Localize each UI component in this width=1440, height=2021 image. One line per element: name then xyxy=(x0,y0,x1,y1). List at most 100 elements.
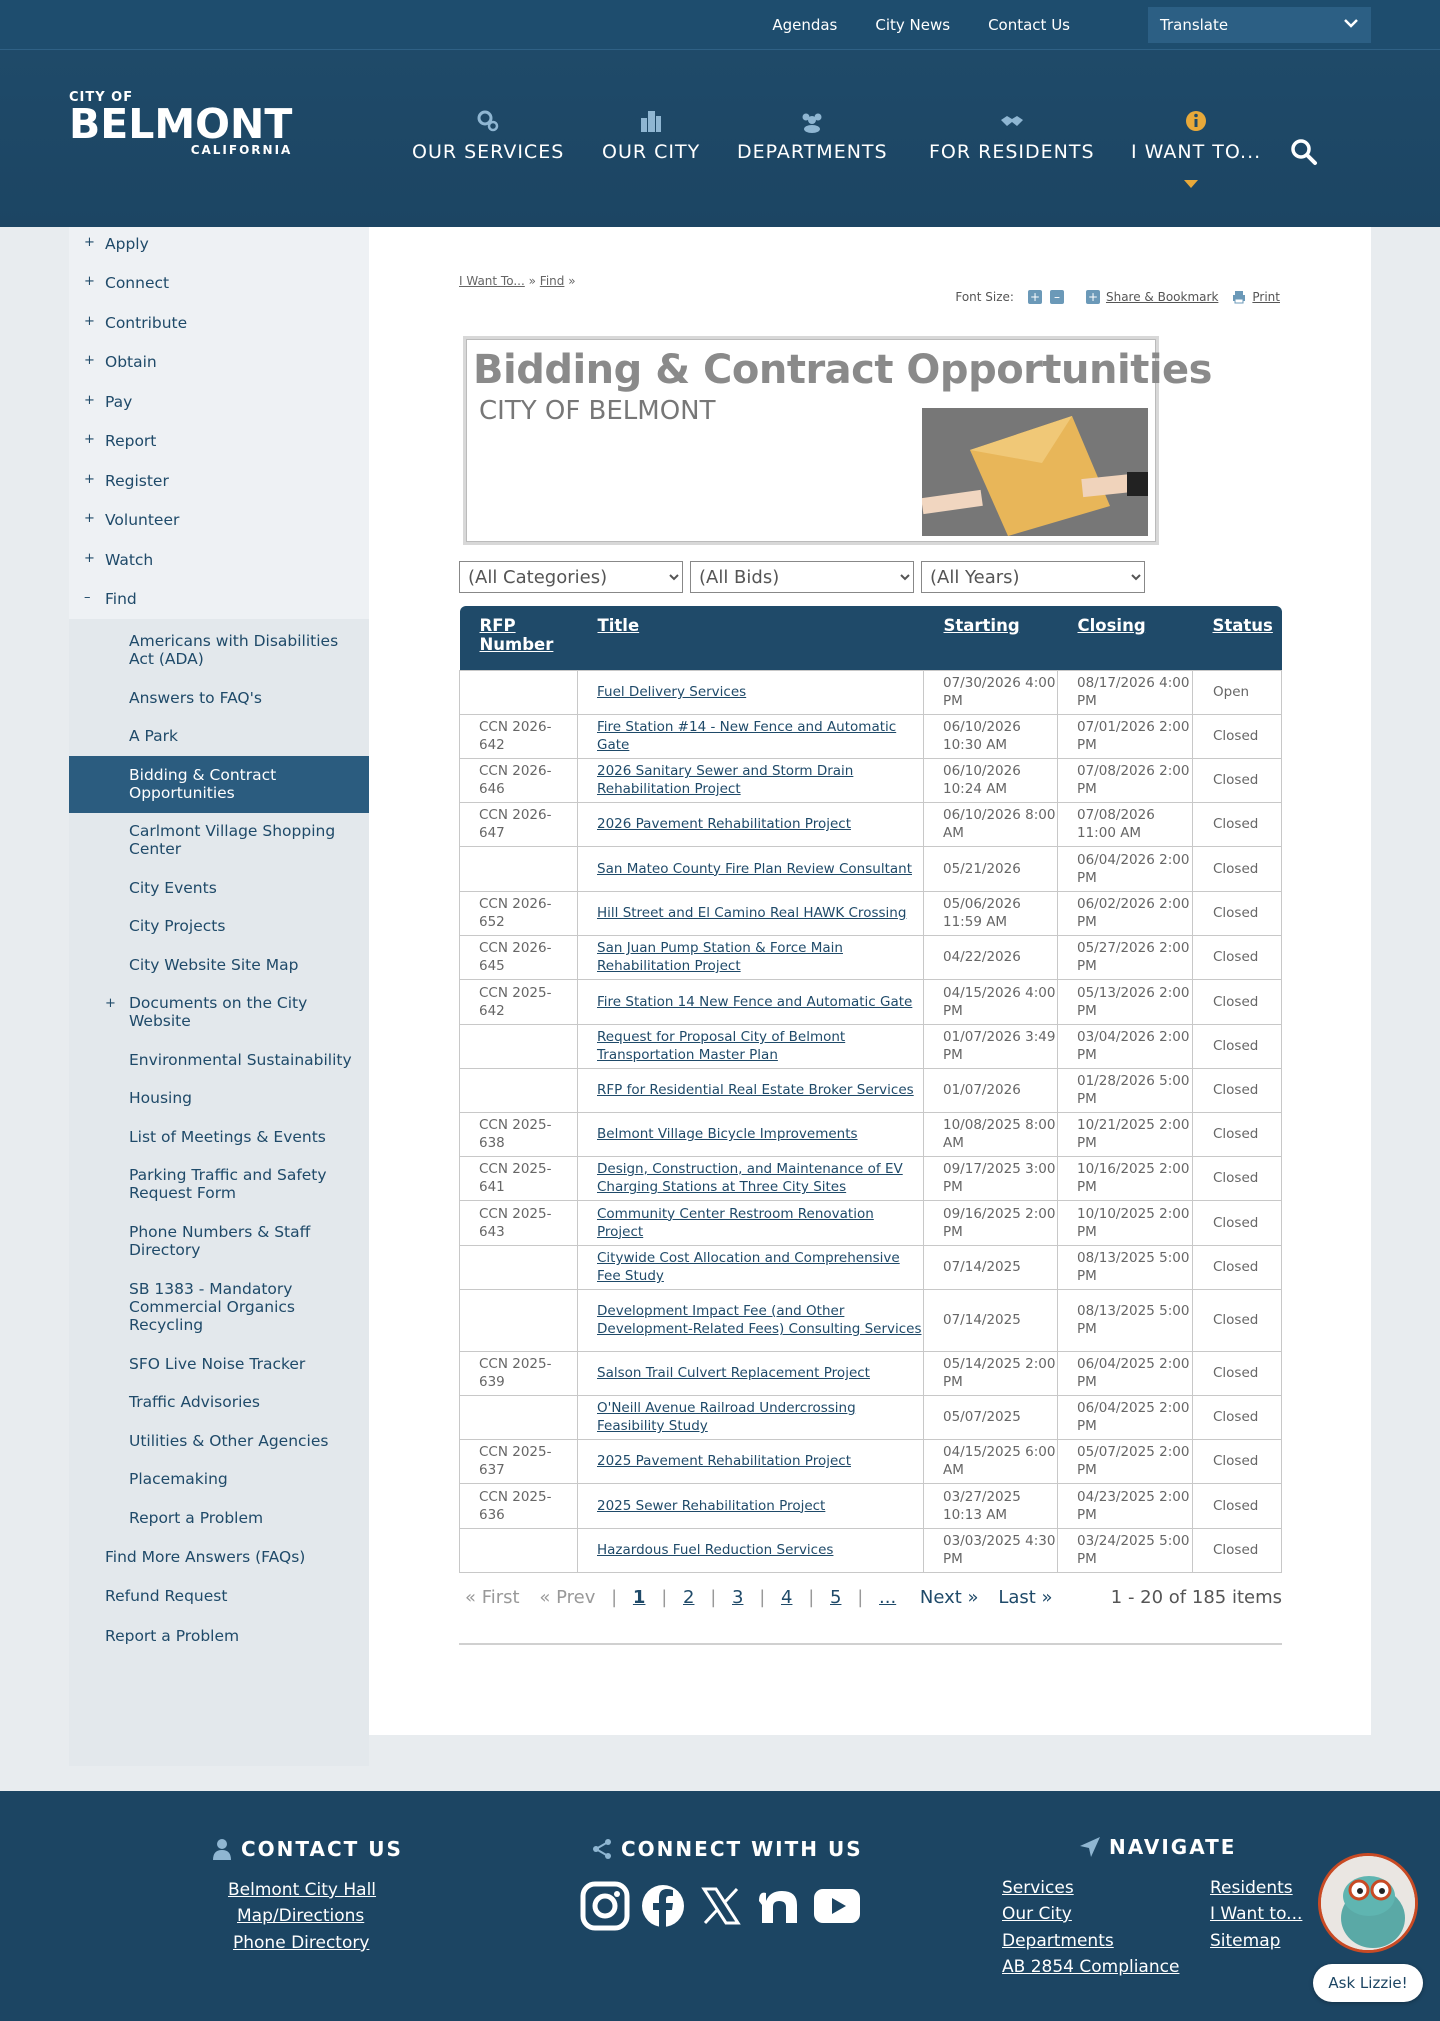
sidebar-item-placemaking[interactable]: Placemaking xyxy=(129,1470,359,1488)
pager-page-1[interactable]: 1 xyxy=(633,1587,646,1608)
print-link[interactable]: Print xyxy=(1252,290,1280,304)
breadcrumb-i-want-to[interactable]: I Want To... xyxy=(459,274,525,288)
sidebar-item-ada[interactable]: Americans with Disabilities Act (ADA) xyxy=(129,632,359,668)
footer-our-city-link[interactable]: Our City xyxy=(1002,1904,1072,1924)
sort-status-link[interactable]: Status xyxy=(1213,616,1273,635)
sidebar-item-report-problem-2[interactable]: Report a Problem xyxy=(105,1627,365,1645)
footer-residents-link[interactable]: Residents xyxy=(1210,1878,1293,1898)
bid-title-link[interactable]: 2025 Sewer Rehabilitation Project xyxy=(597,1498,825,1514)
lizzie-chatbot-avatar[interactable] xyxy=(1318,1853,1418,1953)
bid-title-link[interactable]: Design, Construction, and Maintenance of… xyxy=(597,1161,903,1195)
sidebar-item-sfo-noise[interactable]: SFO Live Noise Tracker xyxy=(129,1355,359,1373)
bid-title-link[interactable]: RFP for Residential Real Estate Broker S… xyxy=(597,1082,914,1098)
sort-closing-link[interactable]: Closing xyxy=(1078,616,1146,635)
sidebar-item-parking[interactable]: Parking Traffic and Safety Request Form xyxy=(129,1166,359,1202)
footer-phone-directory-link[interactable]: Phone Directory xyxy=(233,1933,369,1953)
pager-ellipsis[interactable]: ... xyxy=(879,1587,896,1608)
sort-rfp-link[interactable]: RFP Number xyxy=(480,616,554,654)
breadcrumb-find[interactable]: Find xyxy=(540,274,565,288)
sidebar-item-site-map[interactable]: City Website Site Map xyxy=(129,956,359,974)
bid-title-link[interactable]: Citywide Cost Allocation and Comprehensi… xyxy=(597,1250,900,1284)
bid-title-link[interactable]: 2026 Sanitary Sewer and Storm Drain Reha… xyxy=(597,763,853,797)
sidebar-item-a-park[interactable]: A Park xyxy=(129,727,359,745)
pager-page-2[interactable]: 2 xyxy=(683,1587,694,1608)
sidebar-item-faqs[interactable]: Answers to FAQ's xyxy=(129,689,359,707)
pager-last[interactable]: Last » xyxy=(998,1587,1052,1608)
sidebar-item-meetings[interactable]: List of Meetings & Events xyxy=(129,1128,359,1146)
bid-title-link[interactable]: O'Neill Avenue Railroad Undercrossing Fe… xyxy=(597,1400,856,1434)
contact-us-link[interactable]: Contact Us xyxy=(988,16,1070,34)
nav-i-want-to[interactable]: I WANT TO... xyxy=(1131,108,1261,163)
footer-sitemap-link[interactable]: Sitemap xyxy=(1210,1931,1280,1951)
bid-title-link[interactable]: Hazardous Fuel Reduction Services xyxy=(597,1542,833,1558)
sidebar-item-refund[interactable]: Refund Request xyxy=(105,1587,365,1605)
col-closing[interactable]: Closing xyxy=(1057,606,1193,670)
footer-i-want-to-link[interactable]: I Want to... xyxy=(1210,1904,1302,1924)
footer-ab2854-link[interactable]: AB 2854 Compliance xyxy=(1002,1957,1179,1977)
pager-page-3[interactable]: 3 xyxy=(732,1587,743,1608)
ask-lizzie-button[interactable]: Ask Lizzie! xyxy=(1313,1964,1423,2002)
sidebar-item-more-faqs[interactable]: Find More Answers (FAQs) xyxy=(105,1548,365,1566)
col-title[interactable]: Title xyxy=(577,606,924,670)
bid-title-link[interactable]: San Mateo County Fire Plan Review Consul… xyxy=(597,861,912,877)
nextdoor-icon[interactable] xyxy=(754,1881,804,1931)
bid-title-link[interactable]: Fire Station #14 - New Fence and Automat… xyxy=(597,719,896,753)
category-select[interactable]: (All Categories) xyxy=(459,561,683,593)
bid-title-link[interactable]: Hill Street and El Camino Real HAWK Cros… xyxy=(597,905,906,921)
years-select[interactable]: (All Years) xyxy=(921,561,1145,593)
col-starting[interactable]: Starting xyxy=(923,606,1058,670)
sidebar-item-documents[interactable]: + Documents on the City Website xyxy=(105,994,359,1030)
pager-next[interactable]: Next » xyxy=(920,1587,979,1608)
col-rfp-number[interactable]: RFP Number xyxy=(459,606,578,670)
footer-services-link[interactable]: Services xyxy=(1002,1878,1074,1898)
share-bookmark-link[interactable]: Share & Bookmark xyxy=(1106,290,1218,304)
sort-starting-link[interactable]: Starting xyxy=(944,616,1020,635)
sidebar-item-bidding[interactable]: Bidding & Contract Opportunities xyxy=(129,766,359,802)
bid-title-link[interactable]: Belmont Village Bicycle Improvements xyxy=(597,1126,858,1142)
sidebar-item-utilities[interactable]: Utilities & Other Agencies xyxy=(129,1432,359,1450)
font-decrease-icon[interactable]: – xyxy=(1049,290,1064,304)
table-row: CCN 2025-636 2025 Sewer Rehabilitation Pr… xyxy=(459,1482,1282,1529)
x-twitter-icon[interactable] xyxy=(696,1881,746,1931)
nav-our-services[interactable]: OUR SERVICES xyxy=(412,108,564,163)
col-status[interactable]: Status xyxy=(1192,606,1282,670)
bid-title-link[interactable]: Community Center Restroom Renovation Pro… xyxy=(597,1206,874,1240)
city-news-link[interactable]: City News xyxy=(875,16,950,34)
nav-for-residents[interactable]: FOR RESIDENTS xyxy=(929,108,1095,163)
footer-departments-link[interactable]: Departments xyxy=(1002,1931,1114,1951)
nav-departments[interactable]: DEPARTMENTS xyxy=(737,108,888,163)
sort-title-link[interactable]: Title xyxy=(598,616,640,635)
footer-map-link[interactable]: Map/Directions xyxy=(237,1906,364,1926)
bid-title-link[interactable]: 2026 Pavement Rehabilitation Project xyxy=(597,816,851,832)
bid-title-link[interactable]: Request for Proposal City of Belmont Tra… xyxy=(597,1029,845,1063)
sidebar-item-phone-numbers[interactable]: Phone Numbers & Staff Directory xyxy=(129,1223,359,1259)
search-icon[interactable] xyxy=(1290,138,1318,166)
nav-our-city[interactable]: OUR CITY xyxy=(602,108,700,163)
sidebar-item-sb1383[interactable]: SB 1383 - Mandatory Commercial Organics … xyxy=(129,1280,359,1334)
bid-title-link[interactable]: Fuel Delivery Services xyxy=(597,684,746,700)
bid-title-link[interactable]: San Juan Pump Station & Force Main Rehab… xyxy=(597,940,843,974)
sidebar-item-city-projects[interactable]: City Projects xyxy=(129,917,359,935)
bid-title-link[interactable]: Development Impact Fee (and Other Develo… xyxy=(597,1303,922,1337)
sidebar-item-carlmont[interactable]: Carlmont Village Shopping Center xyxy=(129,822,359,858)
sidebar-item-city-events[interactable]: City Events xyxy=(129,879,359,897)
instagram-icon[interactable] xyxy=(580,1881,630,1931)
bid-title-link[interactable]: 2025 Pavement Rehabilitation Project xyxy=(597,1453,851,1469)
sidebar-item-report-problem[interactable]: Report a Problem xyxy=(129,1509,359,1527)
bid-title-link[interactable]: Fire Station 14 New Fence and Automatic … xyxy=(597,994,912,1010)
pager-page-5[interactable]: 5 xyxy=(830,1587,841,1608)
sidebar-item-traffic[interactable]: Traffic Advisories xyxy=(129,1393,359,1411)
facebook-icon[interactable] xyxy=(638,1881,688,1931)
footer-city-hall-link[interactable]: Belmont City Hall xyxy=(228,1880,376,1900)
city-logo[interactable]: CITY OF BELMONT CALIFORNIA xyxy=(69,90,292,157)
font-increase-icon[interactable]: + xyxy=(1027,290,1042,304)
translate-dropdown[interactable]: Translate xyxy=(1148,7,1371,43)
agendas-link[interactable]: Agendas xyxy=(772,16,837,34)
bids-select[interactable]: (All Bids) xyxy=(690,561,914,593)
youtube-icon[interactable] xyxy=(812,1881,862,1931)
pager-page-4[interactable]: 4 xyxy=(781,1587,792,1608)
closing-cell: 05/27/2026 2:00 PM xyxy=(1057,934,1193,980)
sidebar-item-sustainability[interactable]: Environmental Sustainability xyxy=(129,1051,364,1069)
bid-title-link[interactable]: Salson Trail Culvert Replacement Project xyxy=(597,1365,870,1381)
sidebar-item-housing[interactable]: Housing xyxy=(129,1089,359,1107)
